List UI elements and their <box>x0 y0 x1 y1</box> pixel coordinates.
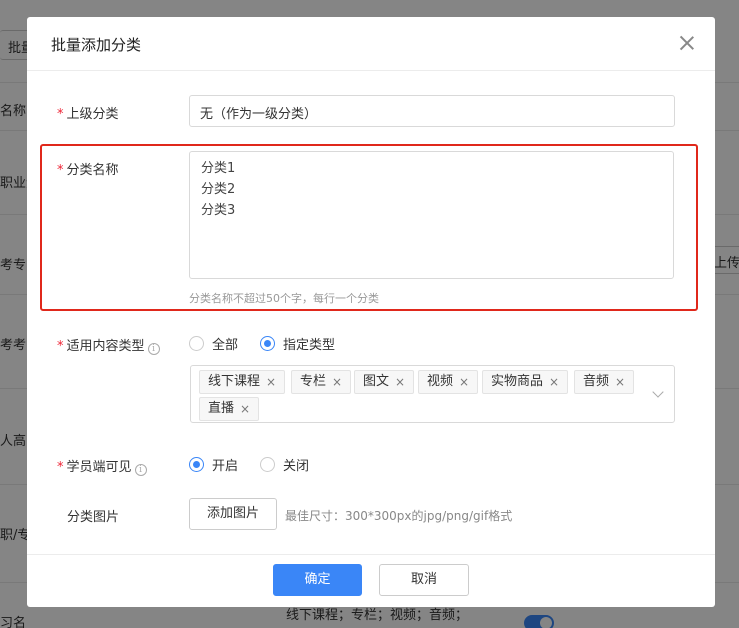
close-icon[interactable] <box>679 35 695 51</box>
parent-category-select[interactable]: 无（作为一级分类） <box>189 95 675 127</box>
info-icon[interactable]: i <box>134 464 147 476</box>
image-size-tip: 最佳尺寸：300*300px的jpg/png/gif格式 <box>285 509 513 523</box>
content-type-label: * 适用内容类型 i <box>57 335 160 355</box>
tag-remove-icon[interactable]: × <box>266 371 276 393</box>
tag-article: 图文 × <box>354 370 415 394</box>
tag-remove-icon[interactable]: × <box>459 371 469 393</box>
tag-audio: 音频 × <box>574 370 635 394</box>
tag-live: 直播 × <box>199 397 260 421</box>
category-name-line: 分类1 <box>201 161 236 176</box>
footer-divider <box>27 554 715 555</box>
dialog-title: 批量添加分类 <box>51 36 142 54</box>
radio-specified[interactable]: 指定类型 <box>260 334 335 353</box>
category-image-label: 分类图片 <box>67 510 120 525</box>
chevron-down-icon[interactable] <box>652 386 664 398</box>
tag-remove-icon[interactable]: × <box>615 371 625 393</box>
tag-remove-icon[interactable]: × <box>332 371 342 393</box>
parent-category-label: * 上级分类 <box>57 107 119 122</box>
content-type-multiselect[interactable]: 线下课程 × 专栏 × 图文 × 视频 × 实物商品 × 音频 × 直播 × <box>190 365 675 423</box>
category-name-hint: 分类名称不超过50个字，每行一个分类 <box>189 292 379 305</box>
category-name-textarea[interactable]: 分类1 分类2 分类3 <box>189 151 674 279</box>
tag-column: 专栏 × <box>291 370 352 394</box>
radio-circle-checked[interactable] <box>189 457 204 472</box>
category-name-line: 分类3 <box>201 203 236 218</box>
tag-remove-icon[interactable]: × <box>240 398 250 420</box>
tag-offline-course: 线下课程 × <box>199 370 286 394</box>
radio-all[interactable]: 全部 <box>189 334 238 353</box>
radio-circle[interactable] <box>260 457 275 472</box>
category-name-label: * 分类名称 <box>57 163 119 178</box>
add-image-button[interactable]: 添加图片 <box>189 498 277 530</box>
confirm-button[interactable]: 确定 <box>273 564 362 596</box>
radio-circle-checked[interactable] <box>260 336 275 351</box>
category-name-line: 分类2 <box>201 182 236 197</box>
tag-remove-icon[interactable]: × <box>395 371 405 393</box>
student-visible-label: * 学员端可见 i <box>57 456 147 476</box>
tag-remove-icon[interactable]: × <box>549 371 559 393</box>
batch-add-category-dialog: 批量添加分类 * 上级分类 无（作为一级分类） * 分类名称 分类1 分类2 分类3 分… <box>27 17 715 607</box>
info-icon[interactable]: i <box>147 343 160 355</box>
tag-physical-goods: 实物商品 × <box>482 370 569 394</box>
dialog-header: 批量添加分类 <box>27 17 715 71</box>
radio-visible-off[interactable]: 关闭 <box>260 455 309 474</box>
cancel-button[interactable]: 取消 <box>379 564 469 596</box>
radio-visible-on[interactable]: 开启 <box>189 455 238 474</box>
radio-circle[interactable] <box>189 336 204 351</box>
tag-video: 视频 × <box>418 370 479 394</box>
